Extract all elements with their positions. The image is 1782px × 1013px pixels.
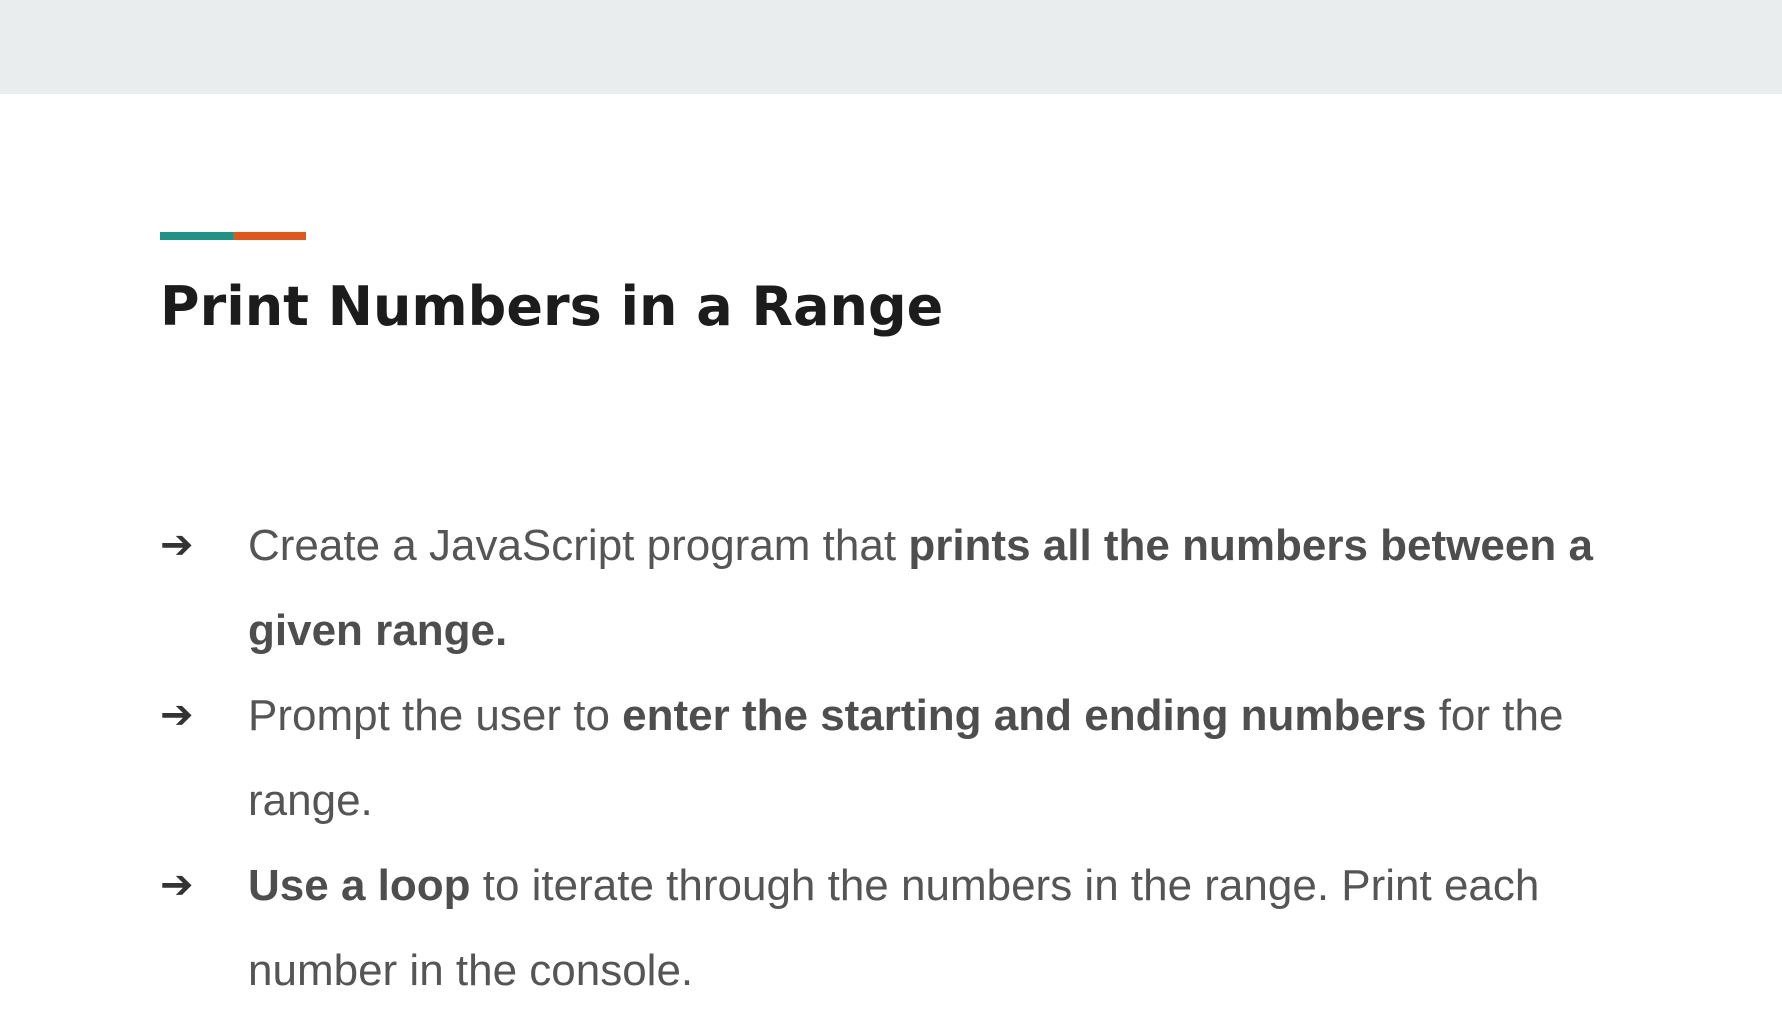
arrow-right-icon: ➔ [160, 522, 194, 568]
bullet-item: ➔ Create a JavaScript program that print… [160, 503, 1650, 673]
bullet-text: Use a loop to iterate through the number… [248, 843, 1650, 1013]
arrow-right-icon: ➔ [160, 862, 194, 908]
top-bar [0, 0, 1782, 94]
bullet-text-bold: Use a loop [248, 861, 471, 910]
slide-title: Print Numbers in a Range [160, 275, 944, 338]
bullet-text: Create a JavaScript program that prints … [248, 503, 1650, 673]
arrow-right-icon: ➔ [160, 692, 194, 738]
bullet-text-bold: enter the starting and ending numbers [622, 691, 1427, 740]
bullet-text-regular: Prompt the user to [248, 691, 623, 740]
bullet-item: ➔ Use a loop to iterate through the numb… [160, 843, 1650, 1013]
bullet-text: Prompt the user to enter the starting an… [248, 673, 1650, 843]
bullet-list: ➔ Create a JavaScript program that print… [160, 503, 1650, 1013]
bullet-item: ➔ Prompt the user to enter the starting … [160, 673, 1650, 843]
accent-segment-teal [160, 232, 233, 240]
slide: Print Numbers in a Range ➔ Create a Java… [0, 94, 1782, 1003]
title-accent-bar [160, 232, 306, 240]
accent-segment-orange [233, 232, 306, 240]
bullet-text-regular: Create a JavaScript program that [248, 521, 909, 570]
